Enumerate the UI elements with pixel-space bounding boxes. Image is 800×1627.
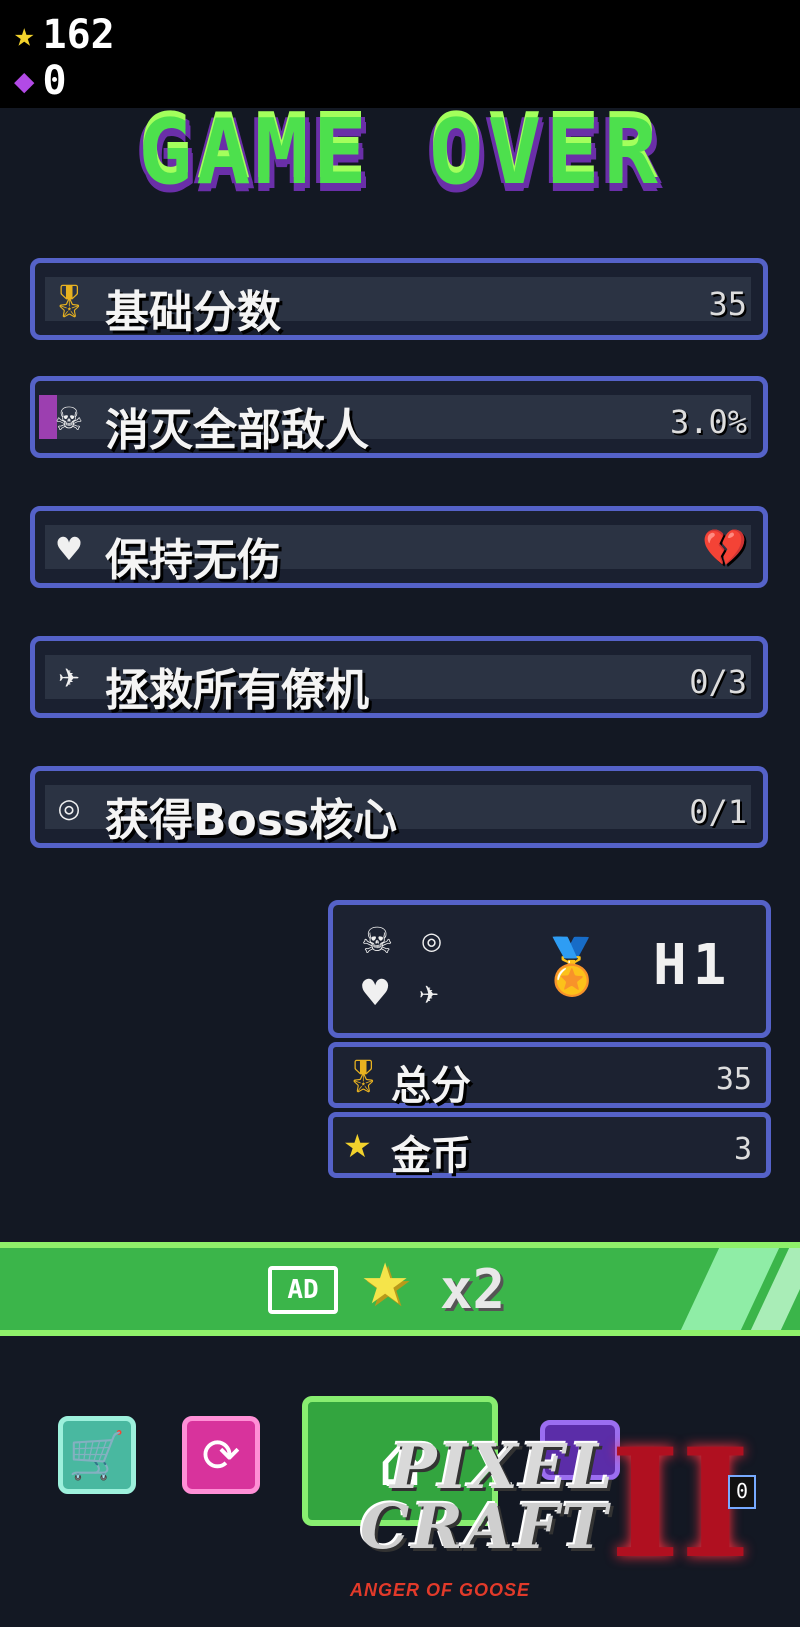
heart-icon: ♥ xyxy=(54,530,84,568)
stat-row-no-damage: ♥ 保持无伤 💔 xyxy=(30,506,768,588)
logo-subtitle: ANGER OF GOOSE xyxy=(350,1580,531,1600)
stat-row-base-score: 🎖 基础分数 35 xyxy=(30,258,768,340)
total-score-value: 35 xyxy=(715,1062,752,1097)
rank-medal-icon: 🏅 xyxy=(538,935,606,998)
restart-button[interactable]: ⟳ xyxy=(182,1416,260,1494)
stat-label: 保持无伤 xyxy=(105,535,281,586)
medal-icon: 🎖 xyxy=(49,282,90,320)
gem-counter: ◆ 0 xyxy=(14,58,67,104)
gem-icon: ◆ xyxy=(14,61,35,101)
ad-double-reward-button[interactable]: AD ★ x2 xyxy=(0,1242,800,1336)
core-icon: ◎ xyxy=(421,927,442,955)
stat-label: 拯救所有僚机 xyxy=(105,665,369,716)
stat-label: 获得Boss核心 xyxy=(105,795,398,846)
count-badge: 0 xyxy=(728,1475,756,1509)
stat-label: 消灭全部敌人 xyxy=(105,405,369,456)
stat-row-boss-core: ◎ 获得Boss核心 0/1 xyxy=(30,766,768,848)
broken-heart-icon: 💔 xyxy=(702,528,747,569)
wingman-icon: ✈ xyxy=(419,981,440,1009)
total-score-row: 🎖 总分 35 xyxy=(328,1042,771,1109)
stat-row-rescue-wingmen: ✈ 拯救所有僚机 0/3 xyxy=(30,636,768,718)
heart-icon: ♥ xyxy=(359,973,392,1014)
stat-row-kill-all: ☠ 消灭全部敌人 3.0% xyxy=(30,376,768,458)
coin-count: 162 xyxy=(42,12,115,58)
coins-earned-label: 金币 xyxy=(391,1133,471,1179)
coins-earned-row: ★ 金币 3 xyxy=(328,1112,771,1179)
total-score-label: 总分 xyxy=(391,1063,471,1109)
stars-icon: ★ xyxy=(360,1252,411,1317)
logo-line2: CRAFT xyxy=(360,1490,610,1563)
cart-icon: 🛒 xyxy=(68,1427,126,1482)
coin-counter: ★ 162 xyxy=(14,12,115,58)
top-bar xyxy=(0,0,800,108)
star-icon: ★ xyxy=(14,15,35,55)
stat-value: 0/1 xyxy=(689,793,747,831)
medal-icon: 🎖 xyxy=(343,1057,384,1095)
core-icon: ◎ xyxy=(57,794,81,824)
game-over-title: GAME OVER xyxy=(138,100,662,205)
gem-count: 0 xyxy=(42,58,67,104)
summary-panel: ☠ ◎ ♥ ✈ 🏅 H1 🎖 总分 35 ★ 金币 3 xyxy=(328,900,771,1180)
stat-value: 35 xyxy=(708,285,747,323)
achievement-panel: ☠ ◎ ♥ ✈ 🏅 H1 xyxy=(328,900,771,1038)
ad-badge: AD xyxy=(268,1266,338,1314)
refresh-icon: ⟳ xyxy=(201,1428,241,1482)
skull-icon: ☠ xyxy=(54,400,84,438)
game-logo: II PIXEL CRAFT ANGER OF GOOSE xyxy=(340,1416,780,1620)
star-icon: ★ xyxy=(343,1127,372,1165)
shop-button[interactable]: 🛒 xyxy=(58,1416,136,1494)
stat-value: 0/3 xyxy=(689,663,747,701)
stat-label: 基础分数 xyxy=(105,287,281,338)
rank-label: H1 xyxy=(653,933,733,998)
wingman-icon: ✈ xyxy=(58,664,80,694)
skull-icon: ☠ xyxy=(361,921,394,962)
stat-value: 3.0% xyxy=(669,403,747,441)
coins-earned-value: 3 xyxy=(733,1132,752,1167)
reward-multiplier: x2 xyxy=(440,1258,506,1321)
